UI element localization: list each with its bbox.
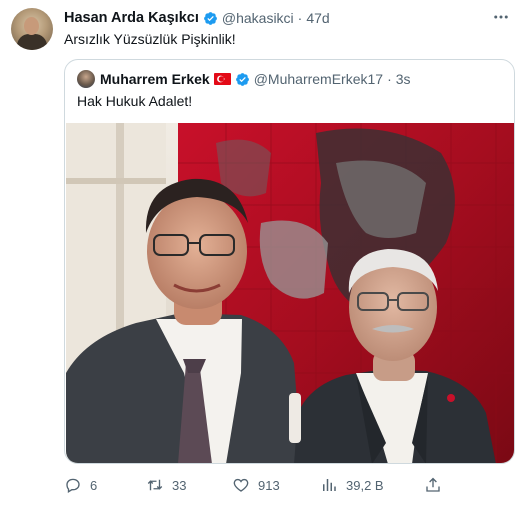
quoted-avatar xyxy=(77,70,95,88)
quoted-text: Hak Hukuk Adalet! xyxy=(77,93,193,109)
verified-badge-icon xyxy=(235,72,249,86)
author-handle[interactable]: @hakasikci xyxy=(222,10,294,26)
like-count: 913 xyxy=(258,477,280,493)
quoted-header: Muharrem Erkek @MuharremErkek17 · 3s xyxy=(77,70,411,88)
turkish-flag-icon xyxy=(213,73,231,85)
share-button[interactable] xyxy=(424,474,450,496)
separator-dot: · xyxy=(387,71,392,87)
views-button[interactable]: 39,2 B xyxy=(320,474,384,496)
author-name[interactable]: Hasan Arda Kaşıkcı xyxy=(64,10,199,26)
tweet-header: Hasan Arda Kaşıkcı @hakasikci · 47d xyxy=(64,9,330,27)
selfie-photo-illustration xyxy=(66,123,514,463)
verified-badge-icon xyxy=(203,11,217,25)
repost-icon xyxy=(147,479,163,491)
reply-icon xyxy=(66,478,80,493)
analytics-icon xyxy=(323,479,336,491)
view-count: 39,2 B xyxy=(346,477,384,493)
share-icon xyxy=(426,477,440,492)
quoted-timestamp: 3s xyxy=(395,71,411,87)
heart-icon xyxy=(233,478,249,492)
tweet-timestamp[interactable]: 47d xyxy=(306,10,329,26)
quoted-tweet[interactable]: Muharrem Erkek @MuharremErkek17 · 3s Hak… xyxy=(64,59,515,464)
reply-button[interactable]: 6 xyxy=(64,474,97,496)
quoted-author-name: Muharrem Erkek xyxy=(100,71,210,87)
tweet-card[interactable]: Hasan Arda Kaşıkcı @hakasikci · 47d Arsı… xyxy=(0,0,526,510)
tweet-actions-bar: 6 33 913 39,2 B xyxy=(64,474,454,496)
repost-count: 33 xyxy=(172,477,187,493)
author-avatar[interactable] xyxy=(11,8,53,50)
more-options-icon[interactable] xyxy=(490,6,512,28)
tweet-text: Arsızlık Yüzsüzlük Pişkinlik! xyxy=(64,31,236,47)
separator-dot: · xyxy=(297,10,303,26)
quoted-author-handle: @MuharremErkek17 xyxy=(253,71,384,87)
repost-button[interactable]: 33 xyxy=(146,474,186,496)
quoted-photo[interactable] xyxy=(66,123,514,463)
like-button[interactable]: 913 xyxy=(232,474,280,496)
reply-count: 6 xyxy=(90,477,98,493)
